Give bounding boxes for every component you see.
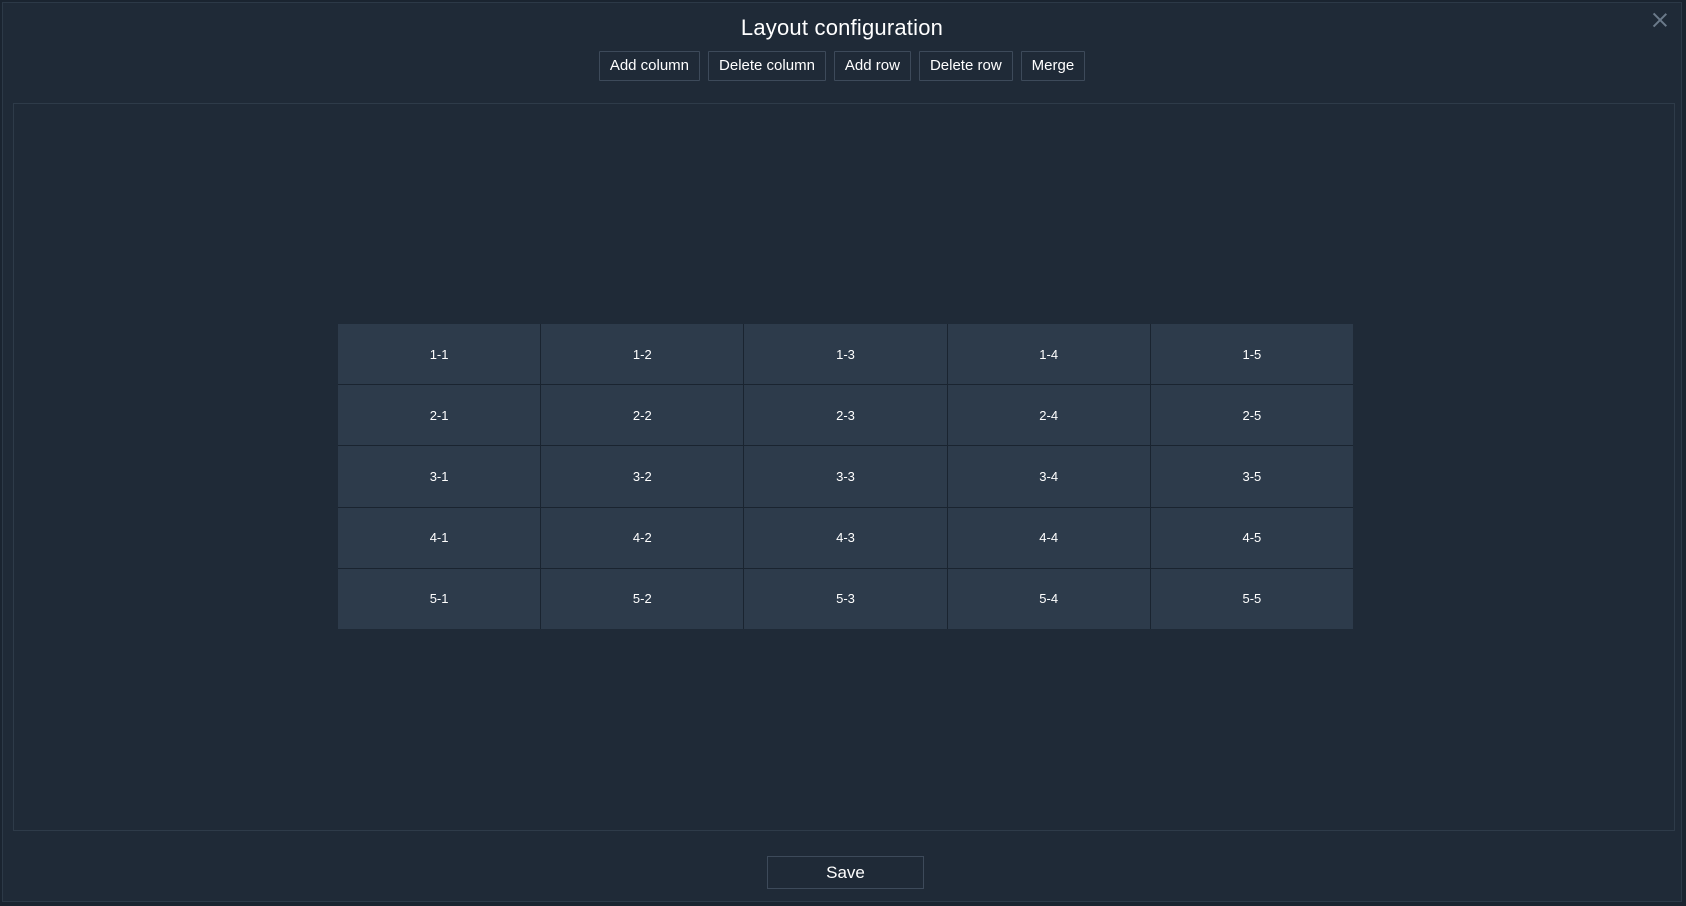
grid-cell[interactable]: 1-2 xyxy=(541,324,744,385)
layout-configuration-dialog: Layout configuration Add column Delete c… xyxy=(2,2,1682,902)
grid-cell[interactable]: 3-2 xyxy=(541,446,744,507)
grid-cell[interactable]: 5-4 xyxy=(947,568,1150,629)
delete-row-button[interactable]: Delete row xyxy=(918,51,1013,81)
grid-cell[interactable]: 4-5 xyxy=(1150,507,1353,568)
grid-cell[interactable]: 5-3 xyxy=(744,568,947,629)
grid-cell[interactable]: 5-1 xyxy=(338,568,541,629)
grid-cell[interactable]: 2-3 xyxy=(744,385,947,446)
grid-cell[interactable]: 1-1 xyxy=(338,324,541,385)
grid-cell[interactable]: 5-2 xyxy=(541,568,744,629)
grid-cell[interactable]: 3-3 xyxy=(744,446,947,507)
grid-cell[interactable]: 4-1 xyxy=(338,507,541,568)
add-row-button[interactable]: Add row xyxy=(833,51,911,81)
save-button[interactable]: Save xyxy=(767,856,924,889)
grid-cell[interactable]: 3-4 xyxy=(947,446,1150,507)
merge-button[interactable]: Merge xyxy=(1020,51,1086,81)
grid-cell[interactable]: 4-3 xyxy=(744,507,947,568)
grid-cell[interactable]: 1-4 xyxy=(947,324,1150,385)
grid-cell[interactable]: 2-1 xyxy=(338,385,541,446)
layout-canvas: 1-1 1-2 1-3 1-4 1-5 2-1 2-2 2-3 2-4 2-5 3-1 3-2 3-3 3… xyxy=(13,103,1675,831)
grid-cell[interactable]: 1-5 xyxy=(1150,324,1353,385)
dialog-title: Layout configuration xyxy=(740,15,944,40)
grid-cell[interactable]: 2-5 xyxy=(1150,385,1353,446)
grid-cell[interactable]: 4-4 xyxy=(947,507,1150,568)
grid-cell[interactable]: 5-5 xyxy=(1150,568,1353,629)
add-column-button[interactable]: Add column xyxy=(598,51,701,81)
grid-cell[interactable]: 3-1 xyxy=(338,446,541,507)
layout-grid: 1-1 1-2 1-3 1-4 1-5 2-1 2-2 2-3 2-4 2-5 3-1 3-2 3-3 3… xyxy=(338,324,1353,629)
grid-cell[interactable]: 3-5 xyxy=(1150,446,1353,507)
grid-cell[interactable]: 2-4 xyxy=(947,385,1150,446)
delete-column-button[interactable]: Delete column xyxy=(708,51,826,81)
grid-cell[interactable]: 2-2 xyxy=(541,385,744,446)
grid-cell[interactable]: 4-2 xyxy=(541,507,744,568)
grid-cell[interactable]: 1-3 xyxy=(744,324,947,385)
toolbar: Add column Delete column Add row Delete … xyxy=(3,51,1681,81)
close-icon[interactable] xyxy=(1649,9,1671,31)
